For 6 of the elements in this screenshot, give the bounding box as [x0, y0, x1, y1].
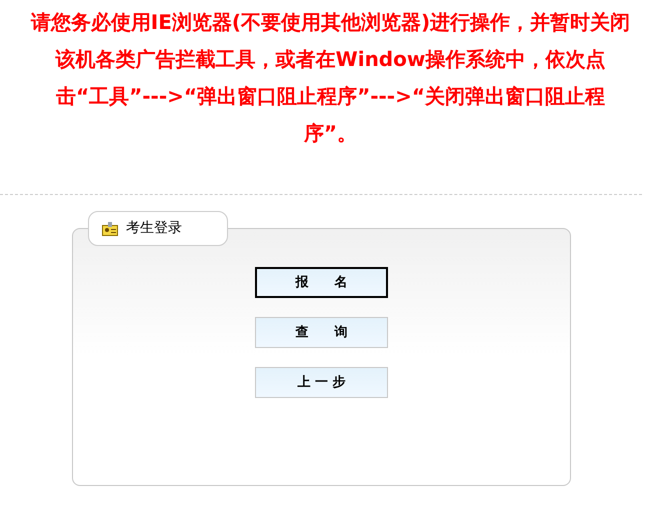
panel-title: 考生登录 [126, 219, 182, 238]
menu-button[interactable]: 上 一 步 [255, 367, 388, 398]
notice-text: 请您务必使用IE浏览器(不要使用其他浏览器)进行操作，并暂时关闭该机各类广告拦截工具，或者在Window操作系统中，依次点击“工具”--->“弹出窗口阻止程序”--->“关闭弹出窗口阻止程序”。 [30, 9, 630, 147]
menu-button[interactable]: 查 询 [255, 317, 388, 348]
menu-button[interactable]: 报 名 [255, 267, 388, 298]
id-card-icon [102, 222, 118, 236]
